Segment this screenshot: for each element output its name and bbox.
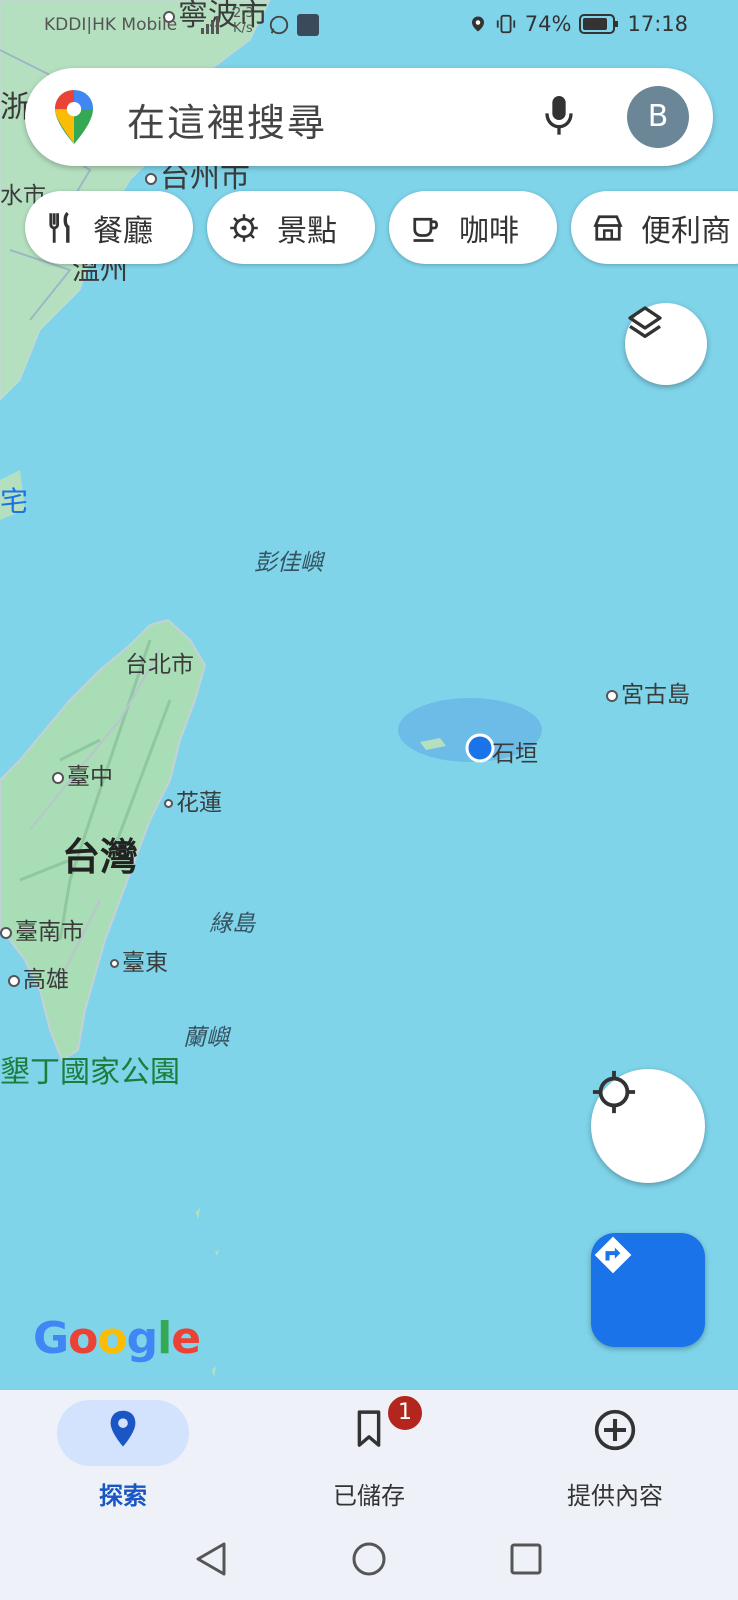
whatsapp-icon — [268, 14, 290, 41]
chip-coffee[interactable]: 咖啡 — [389, 191, 557, 264]
chip-label: 景點 — [277, 213, 337, 249]
chip-attractions[interactable]: 景點 — [207, 191, 375, 264]
battery-icon — [579, 14, 619, 34]
map-label-miyako[interactable]: 宮古島 — [606, 675, 690, 709]
location-pin-icon — [110, 1410, 136, 1447]
google-logo: Google — [33, 1313, 201, 1364]
layers-button[interactable] — [625, 303, 707, 385]
chip-convenience-store[interactable]: 便利商 — [571, 191, 738, 264]
battery-percent: 74% — [524, 12, 572, 36]
map-label-ludao[interactable]: 綠島 — [209, 904, 255, 938]
search-bar[interactable]: 在這裡搜尋 B — [25, 68, 713, 166]
nav-contribute-label: 提供內容 — [567, 1482, 663, 1510]
map-label-partial: 宅 — [0, 485, 29, 518]
map-label-taitung[interactable]: 臺東 — [110, 943, 168, 977]
map-label-tainan[interactable]: 臺南市 — [0, 912, 84, 946]
map-label-kenting[interactable]: 墾丁國家公園 — [0, 1047, 180, 1091]
avatar[interactable]: B — [627, 86, 689, 148]
add-circle-icon — [594, 1409, 636, 1451]
map-label-kaohsiung[interactable]: 高雄 — [8, 960, 69, 994]
google-maps-pin-icon — [55, 90, 93, 144]
directions-icon — [594, 1236, 632, 1274]
nav-saved-label: 已儲存 — [333, 1482, 405, 1510]
category-chips: 餐廳 景點 咖啡 便利商 — [25, 191, 738, 264]
nav-explore[interactable]: 探索 — [0, 1396, 246, 1510]
recents-button[interactable] — [510, 1543, 542, 1575]
back-button[interactable] — [196, 1542, 226, 1576]
coffee-icon — [413, 217, 438, 242]
chip-restaurant[interactable]: 餐廳 — [25, 191, 193, 264]
layers-icon — [628, 306, 662, 338]
system-navigation-bar — [0, 1528, 738, 1588]
map-label-lanyu[interactable]: 蘭嶼 — [183, 1018, 229, 1052]
location-icon — [471, 16, 484, 32]
map-label-hualien[interactable]: 花蓮 — [164, 783, 222, 817]
nav-explore-label: 探索 — [99, 1482, 147, 1510]
status-bar: KDDI|HK Mobile 2.3 K/s 74% 17:18 — [0, 0, 738, 52]
current-location-dot — [465, 733, 495, 763]
clock: 17:18 — [627, 12, 688, 36]
map-label-ishigaki[interactable]: 石垣 — [492, 734, 538, 768]
nav-contribute[interactable]: 提供內容 — [492, 1396, 738, 1510]
store-icon — [593, 214, 623, 241]
bookmark-icon — [357, 1410, 381, 1447]
carrier-name: KDDI|HK Mobile — [44, 15, 178, 35]
map-label-taipei[interactable]: 台北市 — [125, 645, 194, 679]
restaurant-icon — [49, 211, 70, 243]
search-input[interactable]: 在這裡搜尋 — [127, 92, 327, 147]
chip-label: 餐廳 — [93, 213, 153, 249]
attraction-icon — [230, 213, 258, 242]
map-label-taichung[interactable]: 臺中 — [52, 757, 113, 791]
nav-saved[interactable]: 1 已儲存 — [246, 1394, 492, 1510]
home-button[interactable] — [352, 1542, 386, 1576]
saved-badge: 1 — [386, 1394, 424, 1432]
chip-label: 咖啡 — [459, 213, 519, 249]
map-label-taiwan[interactable]: 台灣 — [62, 826, 138, 881]
chip-label: 便利商 — [641, 213, 731, 249]
signal-icon — [200, 14, 220, 41]
vibrate-icon — [496, 14, 515, 34]
directions-button[interactable] — [591, 1233, 705, 1347]
my-location-button[interactable] — [591, 1069, 705, 1183]
mic-icon[interactable] — [543, 94, 575, 138]
map-label-pengjia[interactable]: 彭佳嶼 — [254, 543, 323, 577]
network-speed: 2.3 K/s — [233, 6, 254, 36]
app-icon — [297, 14, 319, 36]
crosshair-icon — [592, 1070, 636, 1114]
